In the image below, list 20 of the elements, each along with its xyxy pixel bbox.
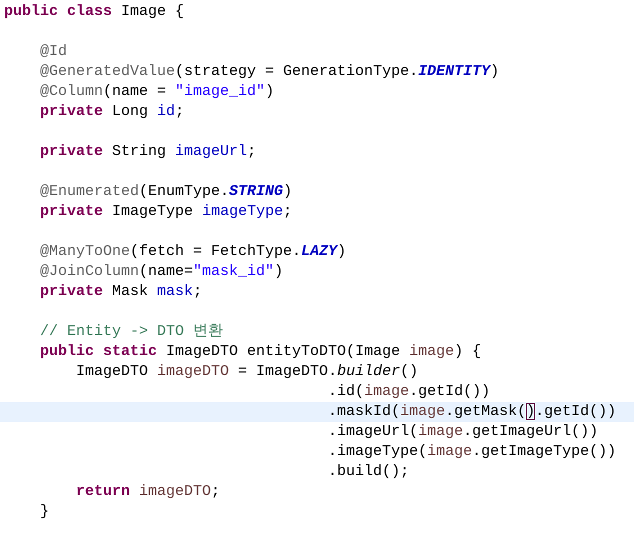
code-line: @GeneratedValue(strategy = GenerationType.IDENTITY) [39, 62, 500, 82]
code-line: @Id [39, 42, 68, 62]
code-line: .imageUrl(image.getImageUrl()) [327, 422, 600, 442]
code-line: .build(); [327, 462, 410, 482]
code-line: @Column(name = "image_id") [39, 82, 276, 102]
code-line: public static ImageDTO entityToDTO(Image image) { [39, 342, 482, 362]
code-line: .id(image.getId()) [327, 382, 492, 402]
code-line: private String imageUrl; [39, 142, 258, 162]
code-line: .imageType(image.getImageType()) [327, 442, 618, 462]
code-line: private ImageType imageType; [39, 202, 294, 222]
code-line: return imageDTO; [75, 482, 222, 502]
code-line: ImageDTO imageDTO = ImageDTO.builder() [75, 362, 420, 382]
code-line: public class Image { [3, 2, 186, 22]
code-line: @JoinColumn(name="mask_id") [39, 262, 284, 282]
code-line: @ManyToOne(fetch = FetchType.LAZY) [39, 242, 348, 262]
code-line: } [39, 502, 50, 522]
code-line: private Long id; [39, 102, 186, 122]
code-line: private Mask mask; [39, 282, 204, 302]
code-line: @Enumerated(EnumType.STRING) [39, 182, 294, 202]
code-line: // Entity -> DTO 변환 [39, 322, 224, 342]
